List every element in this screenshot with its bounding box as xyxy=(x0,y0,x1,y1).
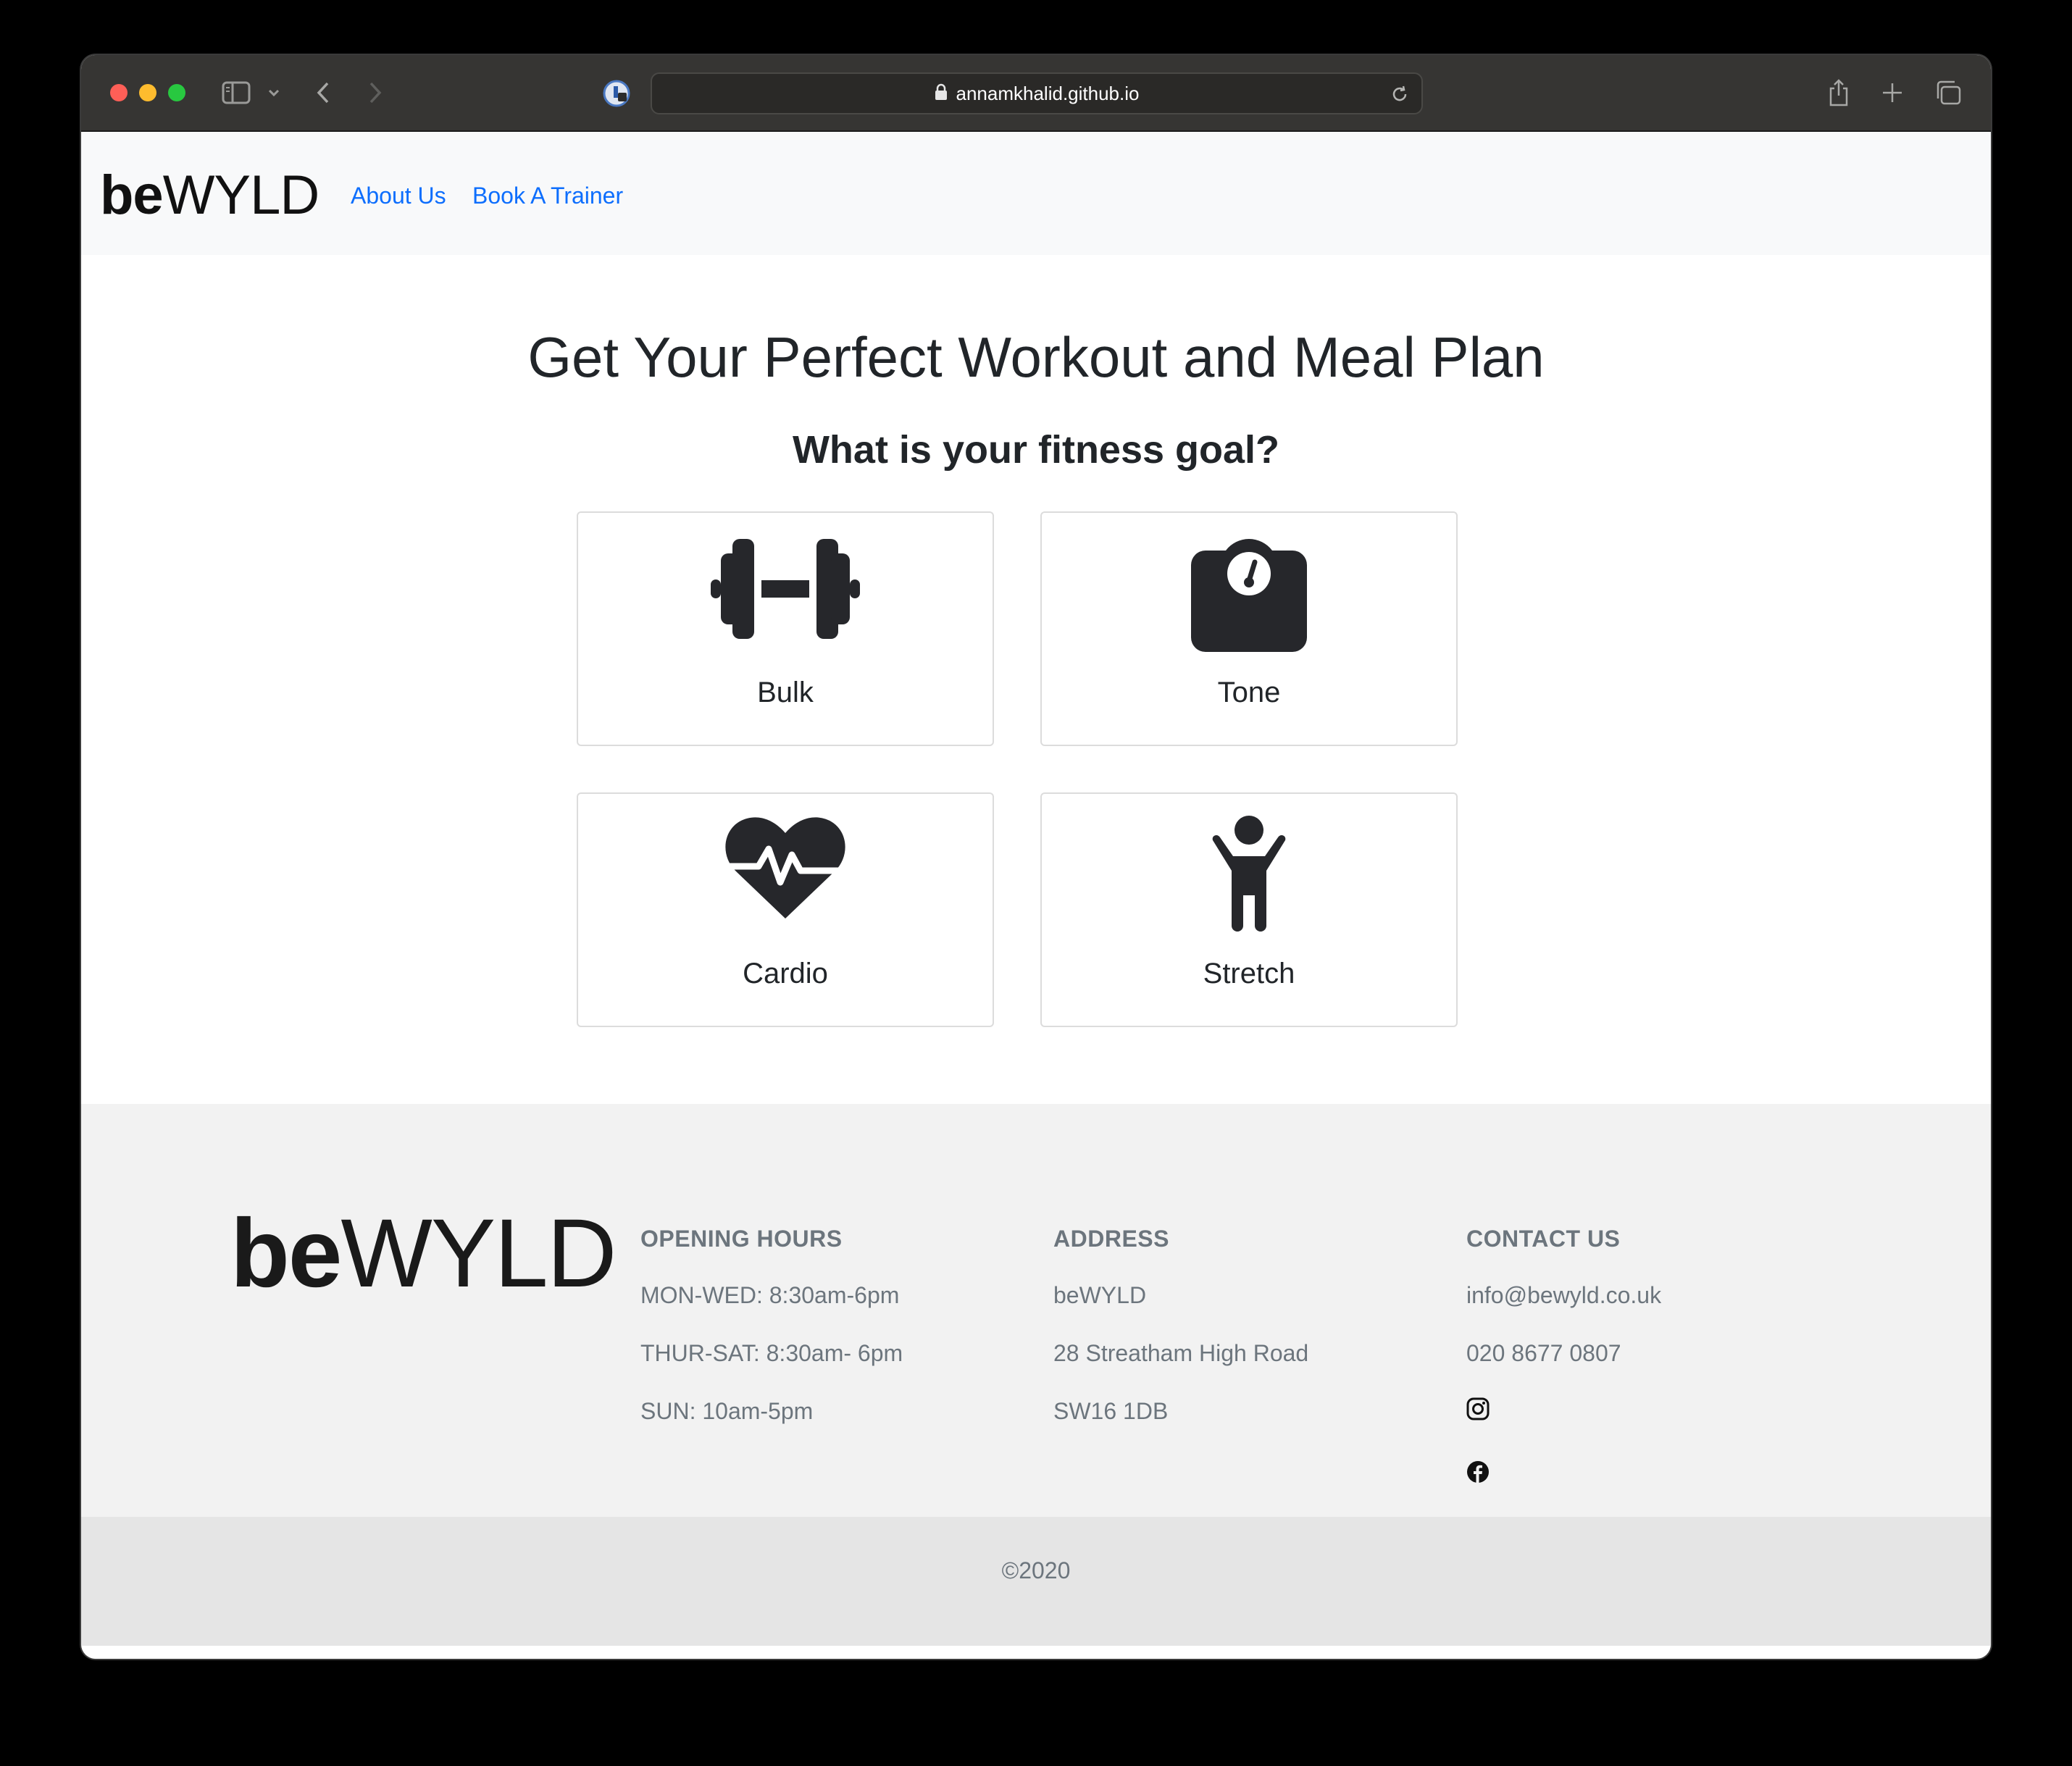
goal-label: Bulk xyxy=(757,677,814,708)
address-line: beWYLD xyxy=(1053,1282,1147,1308)
facebook-icon[interactable] xyxy=(1466,1460,1661,1487)
opening-hours-section: OPENING HOURS MON-WED: 8:30am-6pm THUR-S… xyxy=(640,1226,903,1455)
address-line: SW16 1DB xyxy=(1053,1398,1169,1424)
brand-light-text: WYLD xyxy=(162,164,320,226)
brand-bold-text: be xyxy=(100,164,164,226)
address-bar[interactable]: annamkhalid.github.io xyxy=(651,72,1423,114)
contact-email[interactable]: info@bewyld.co.uk xyxy=(1466,1281,1661,1309)
goal-label: Tone xyxy=(1217,677,1281,708)
url-text: annamkhalid.github.io xyxy=(956,82,1140,104)
nav-link-book-trainer[interactable]: Book A Trainer xyxy=(472,183,623,209)
forward-arrow-icon[interactable] xyxy=(367,77,384,109)
goal-label: Cardio xyxy=(743,958,828,989)
goal-card-bulk[interactable]: Bulk xyxy=(577,511,994,746)
minimize-window-button[interactable] xyxy=(139,84,156,101)
address-line: 28 Streatham High Road xyxy=(1053,1340,1309,1366)
password-manager-icon[interactable] xyxy=(603,80,630,107)
browser-window: annamkhalid.github.io beWYLD About Us Bo… xyxy=(81,55,1991,1659)
contact-heading: CONTACT US xyxy=(1466,1226,1621,1252)
site-footer: beWYLD OPENING HOURS MON-WED: 8:30am-6pm… xyxy=(81,1104,1991,1517)
footer-brand-light: WYLD xyxy=(341,1200,617,1307)
goal-label: Stretch xyxy=(1203,958,1295,989)
contact-section: CONTACT US info@bewyld.co.uk 020 8677 08… xyxy=(1466,1226,1661,1523)
zoom-window-button[interactable] xyxy=(168,84,185,101)
address-section: ADDRESS beWYLD 28 Streatham High Road SW… xyxy=(1053,1226,1308,1455)
address-heading: ADDRESS xyxy=(1053,1226,1169,1252)
chevron-down-icon[interactable] xyxy=(267,77,281,109)
page-title: Get Your Perfect Workout and Meal Plan xyxy=(527,325,1545,389)
page-subtitle: What is your fitness goal? xyxy=(792,428,1280,472)
sidebar-icon[interactable] xyxy=(222,77,251,109)
browser-titlebar: annamkhalid.github.io xyxy=(81,55,1991,132)
close-window-button[interactable] xyxy=(110,84,128,101)
reload-icon[interactable] xyxy=(1390,84,1410,108)
hours-line: SUN: 10am-5pm xyxy=(640,1398,814,1424)
back-arrow-icon[interactable] xyxy=(314,77,332,109)
brand-logo[interactable]: beWYLD xyxy=(100,168,319,223)
new-tab-icon[interactable] xyxy=(1881,77,1904,109)
footer-logo: beWYLD xyxy=(230,1205,617,1302)
dumbbell-icon xyxy=(578,535,993,643)
heart-pulse-icon xyxy=(578,816,993,920)
instagram-icon[interactable] xyxy=(1466,1397,1661,1424)
person-stretch-icon xyxy=(1042,816,1456,932)
footer-brand-bold: be xyxy=(230,1200,342,1307)
nav-link-about-us[interactable]: About Us xyxy=(351,183,446,209)
goal-card-cardio[interactable]: Cardio xyxy=(577,792,994,1027)
scale-icon xyxy=(1042,535,1456,653)
site-navbar: beWYLD About Us Book A Trainer xyxy=(81,132,1991,255)
lock-icon xyxy=(935,83,948,104)
goal-card-tone[interactable]: Tone xyxy=(1040,511,1458,746)
opening-hours-heading: OPENING HOURS xyxy=(640,1226,843,1252)
tab-overview-icon[interactable] xyxy=(1934,77,1962,109)
copyright-bar: ©2020 xyxy=(81,1517,1991,1646)
copyright-text: ©2020 xyxy=(1001,1557,1071,1583)
share-icon[interactable] xyxy=(1827,77,1850,109)
hours-line: THUR-SAT: 8:30am- 6pm xyxy=(640,1340,903,1366)
hours-line: MON-WED: 8:30am-6pm xyxy=(640,1282,900,1308)
goal-card-stretch[interactable]: Stretch xyxy=(1040,792,1458,1027)
contact-phone[interactable]: 020 8677 0807 xyxy=(1466,1339,1661,1367)
